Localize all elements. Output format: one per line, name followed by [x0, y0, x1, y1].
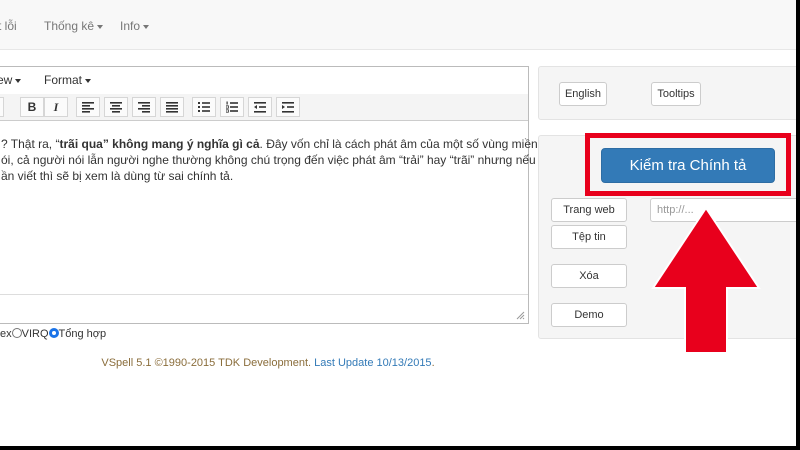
undo-button[interactable]: [0, 97, 4, 117]
editor-statusbar: [0, 294, 528, 323]
align-left-button[interactable]: [76, 97, 100, 117]
editor-content[interactable]: ? Thật ra, “trãi qua” không mang ý nghĩa…: [1, 136, 538, 184]
radio-virq[interactable]: [11, 328, 22, 338]
align-justify-icon: [166, 102, 178, 113]
nav-item-label: Thống kê: [44, 19, 95, 33]
bullet-list-button[interactable]: [192, 97, 216, 117]
nav-item-statistics[interactable]: Thống kê: [44, 0, 104, 50]
button-label: Tooltips: [657, 88, 695, 100]
footer-text: VSpell 5.1 ©1990-2015 TDK Development.: [101, 357, 315, 369]
align-justify-button[interactable]: [160, 97, 184, 117]
radio-tong-hop[interactable]: [48, 328, 59, 338]
up-arrow-icon: [651, 206, 761, 354]
page: t lỗi Thống kê Info ew Format B I: [0, 0, 796, 446]
delete-button[interactable]: Xóa: [551, 264, 627, 288]
nav-item-spell-errors[interactable]: t lỗi: [0, 0, 17, 50]
align-center-button[interactable]: [104, 97, 128, 117]
text-editor[interactable]: ew Format B I ? Thật ra, “trãi qua” khôn…: [0, 66, 538, 324]
editor-toolbar: B I: [0, 94, 528, 121]
tooltips-button[interactable]: Tooltips: [651, 82, 701, 106]
button-label: English: [564, 88, 602, 100]
menu-label: Format: [44, 73, 83, 87]
nav-item-label: Info: [120, 19, 141, 33]
italic-icon: I: [53, 100, 59, 114]
mode-radio-group: ex VIRQ Tổng hợp: [0, 328, 106, 340]
caret-down-icon: [97, 24, 104, 29]
frame-border: [796, 0, 800, 450]
caret-down-icon: [143, 24, 150, 29]
text-run: ? Thật ra, “: [1, 137, 60, 151]
button-label: Trang web: [563, 204, 615, 216]
caret-down-icon: [15, 78, 22, 83]
webpage-button[interactable]: Trang web: [551, 198, 627, 222]
text-run-bold: ”: [102, 137, 113, 151]
options-panel: English Tooltips: [538, 66, 796, 120]
align-left-icon: [82, 102, 94, 113]
nav-item-info[interactable]: Info: [120, 0, 150, 50]
button-label: Xóa: [579, 270, 599, 282]
last-update-link[interactable]: Last Update 10/13/2015: [314, 357, 431, 369]
bold-icon: B: [27, 100, 37, 114]
bullet-list-icon: [198, 102, 210, 112]
indent-icon: [282, 102, 294, 113]
menu-format[interactable]: Format: [44, 73, 92, 87]
menu-view[interactable]: ew: [0, 73, 22, 87]
indent-button[interactable]: [276, 97, 300, 117]
mode-label: Tổng hợp: [58, 328, 107, 340]
text-run: . Đây vốn chỉ là cách phát âm của một số…: [259, 137, 538, 151]
footer-tail: .: [431, 357, 435, 369]
button-label: Tệp tin: [572, 231, 606, 243]
numbered-list-button[interactable]: [220, 97, 244, 117]
highlight-box: [585, 133, 791, 196]
align-right-icon: [138, 102, 150, 113]
align-right-button[interactable]: [132, 97, 156, 117]
menu-label: ew: [0, 73, 13, 87]
bold-button[interactable]: B: [20, 97, 44, 117]
content-line-3: ần viết thì sẽ bị xem là dùng từ sai chí…: [1, 169, 234, 183]
footer: VSpell 5.1 ©1990-2015 TDK Development. L…: [0, 357, 536, 369]
frame-border: [0, 446, 800, 450]
navbar: t lỗi Thống kê Info: [0, 0, 796, 50]
outdent-icon: [254, 102, 266, 113]
button-label: Demo: [574, 309, 604, 321]
resize-handle-icon[interactable]: [516, 311, 525, 320]
italic-button[interactable]: I: [44, 97, 68, 117]
content-line-2: ói, cả người nói lẫn người nghe thường k…: [1, 153, 536, 167]
nav-item-label: t lỗi: [0, 19, 17, 33]
align-center-icon: [110, 102, 122, 113]
demo-button[interactable]: Demo: [551, 303, 627, 327]
content-line-1: ? Thật ra, “trãi qua” không mang ý nghĩa…: [1, 136, 538, 152]
file-button[interactable]: Tệp tin: [551, 225, 627, 249]
mode-label-partial: ex: [0, 328, 12, 340]
text-run-bold: không mang ý nghĩa gì cả: [112, 137, 260, 151]
text-run-bold: trãi qua: [59, 137, 103, 151]
outdent-button[interactable]: [248, 97, 272, 117]
mode-label: VIRQ: [21, 328, 49, 340]
english-button[interactable]: English: [559, 82, 607, 106]
editor-menubar: ew Format: [0, 67, 528, 95]
numbered-list-icon: [225, 101, 238, 113]
caret-down-icon: [85, 78, 92, 83]
